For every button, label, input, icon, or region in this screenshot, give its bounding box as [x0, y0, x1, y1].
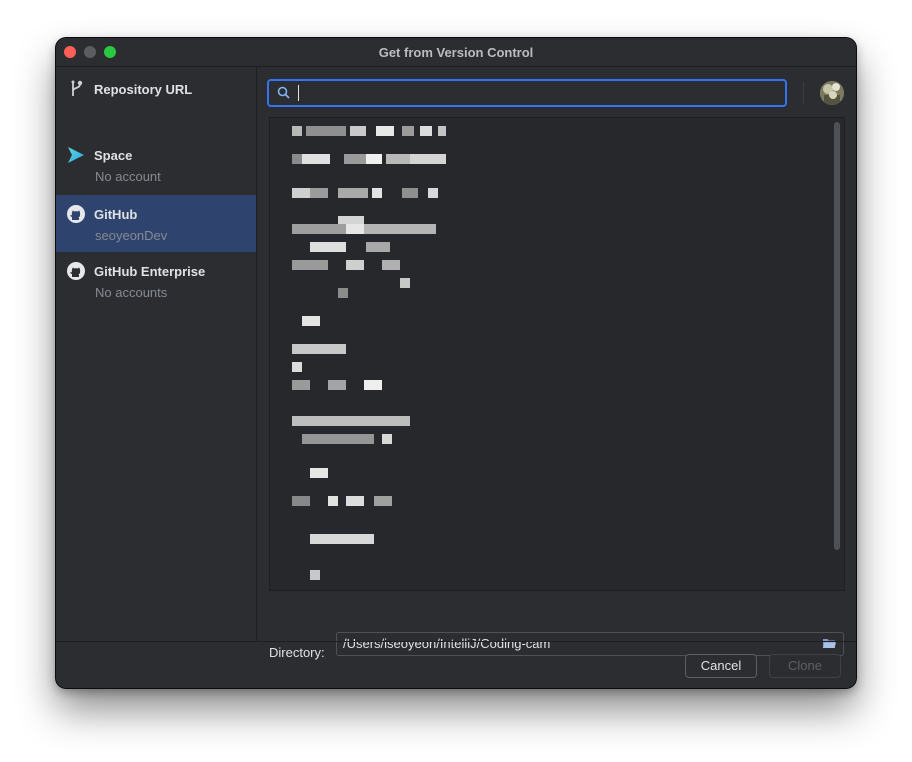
title-bar: Get from Version Control	[56, 38, 856, 67]
search-box[interactable]	[267, 79, 787, 107]
sidebar-item-sublabel: No accounts	[95, 285, 168, 300]
sidebar-item-github-enterprise[interactable]: GitHub Enterprise No accounts	[56, 252, 256, 309]
account-avatar[interactable]	[820, 81, 844, 105]
sidebar-item-repository-url[interactable]: Repository URL	[56, 67, 256, 105]
search-input[interactable]	[297, 81, 777, 105]
toolbar-separator	[803, 82, 804, 104]
main-panel: Directory: /Users/iseoyeon/IntelliJ/Codi…	[257, 67, 856, 660]
repository-list[interactable]	[269, 117, 845, 591]
search-icon	[277, 86, 290, 104]
sidebar-item-github[interactable]: GitHub seoyeonDev	[56, 195, 256, 252]
clone-button[interactable]: Clone	[769, 654, 841, 678]
space-logo-icon	[66, 145, 86, 165]
sidebar: Repository URL Space No account GitHub s…	[56, 67, 257, 641]
sidebar-item-label: GitHub	[94, 207, 138, 222]
github-icon	[66, 261, 86, 281]
github-icon	[66, 204, 86, 224]
sidebar-item-sublabel: No account	[95, 169, 161, 184]
branch-icon	[66, 79, 86, 99]
sidebar-item-label: Space	[94, 148, 133, 163]
text-caret	[298, 85, 299, 101]
dialog-window: Get from Version Control Repository URL …	[56, 38, 856, 688]
sidebar-item-label: Repository URL	[94, 82, 193, 97]
sidebar-item-sublabel: seoyeonDev	[95, 228, 168, 243]
cancel-button[interactable]: Cancel	[685, 654, 757, 678]
list-scrollbar[interactable]	[834, 122, 840, 550]
sidebar-item-label: GitHub Enterprise	[94, 264, 206, 279]
window-title: Get from Version Control	[378, 45, 534, 60]
dialog-footer: Cancel Clone	[56, 641, 856, 688]
